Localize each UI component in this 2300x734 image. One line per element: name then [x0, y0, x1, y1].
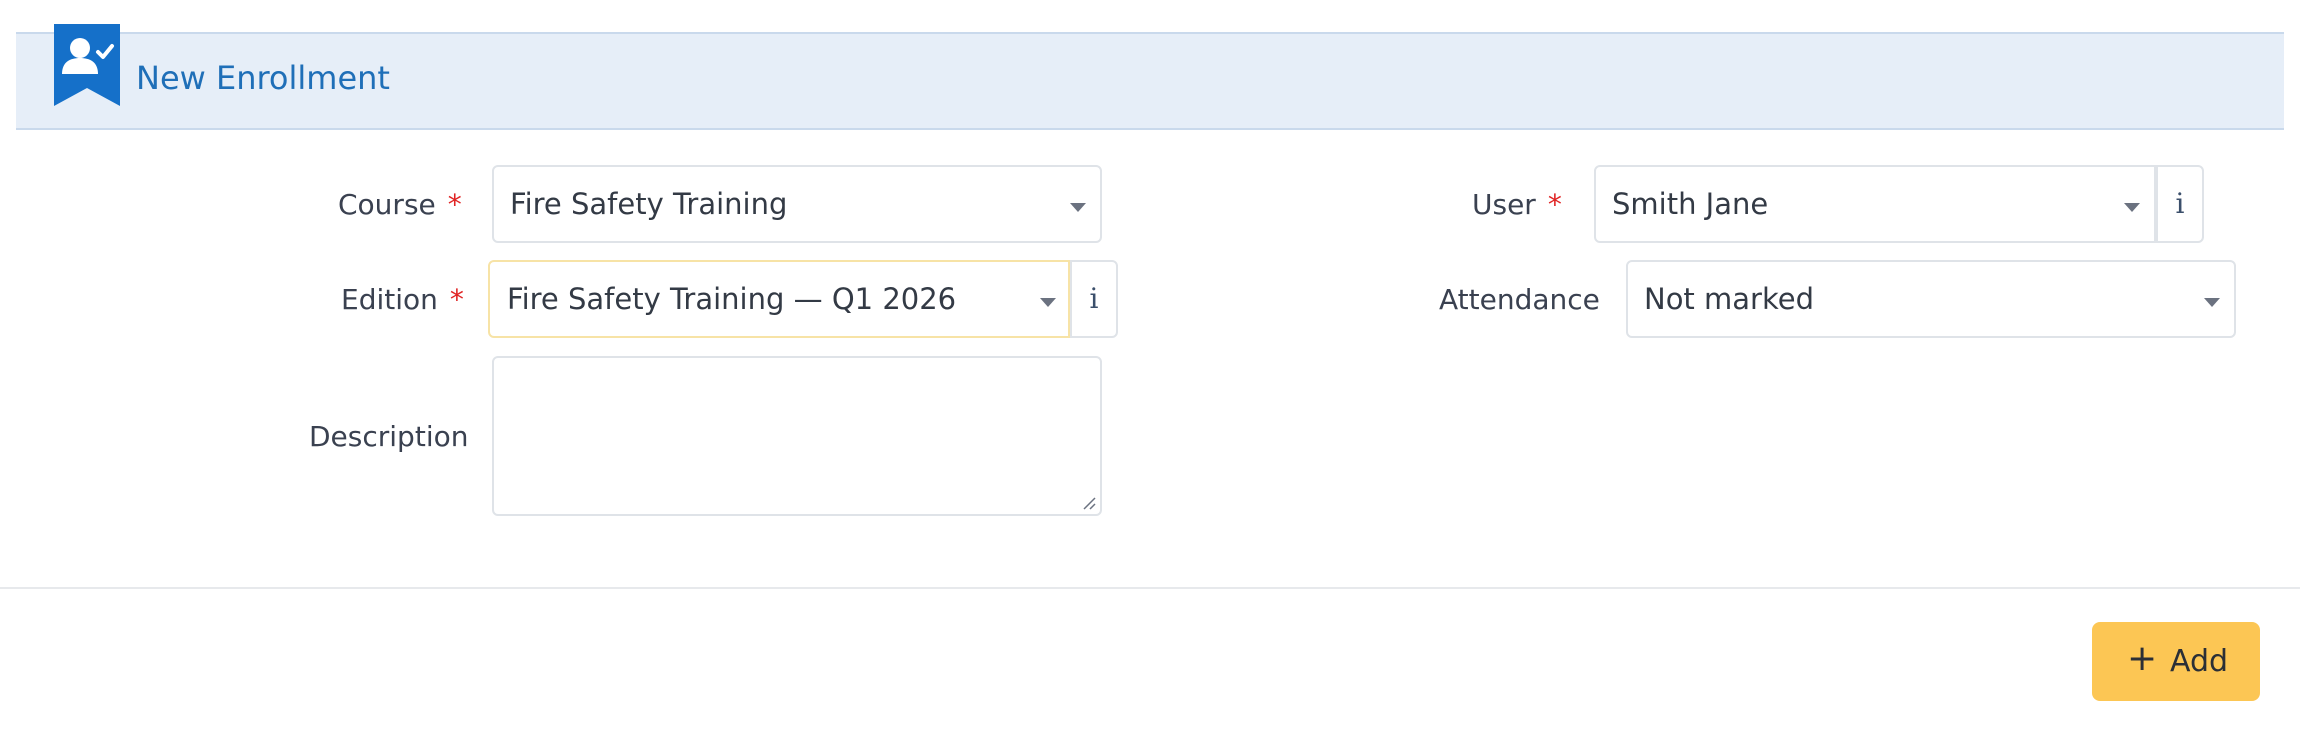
- chevron-down-icon: [1040, 298, 1056, 307]
- info-icon: i: [1089, 282, 1099, 315]
- edition-select-value: Fire Safety Training — Q1 2026: [507, 282, 957, 316]
- course-select-value: Fire Safety Training: [510, 187, 788, 221]
- user-select[interactable]: Smith Jane: [1594, 165, 2156, 243]
- plus-icon: +: [2127, 638, 2158, 679]
- info-icon: i: [2175, 187, 2185, 220]
- description-textarea[interactable]: [492, 356, 1102, 516]
- user-label: User *: [1472, 185, 1562, 225]
- required-mark: *: [1547, 188, 1562, 221]
- form-header: New Enrollment: [16, 24, 2284, 130]
- user-check-icon: [54, 24, 120, 106]
- chevron-down-icon: [2204, 298, 2220, 307]
- user-label-text: User: [1472, 188, 1536, 221]
- edition-label: Edition *: [341, 280, 464, 320]
- user-info-button[interactable]: i: [2156, 165, 2204, 243]
- chevron-down-icon: [1070, 203, 1086, 212]
- attendance-select-value: Not marked: [1644, 282, 1814, 316]
- resize-handle-icon[interactable]: [1082, 496, 1096, 510]
- add-button-label: Add: [2170, 644, 2229, 679]
- course-label-text: Course: [338, 188, 436, 221]
- edition-label-text: Edition: [341, 283, 438, 316]
- divider: [0, 587, 2300, 589]
- attendance-label: Attendance: [1439, 283, 1600, 316]
- page-title: New Enrollment: [136, 59, 390, 97]
- required-mark: *: [447, 188, 462, 221]
- edition-info-button[interactable]: i: [1070, 260, 1118, 338]
- edition-select[interactable]: Fire Safety Training — Q1 2026: [488, 260, 1070, 338]
- user-select-value: Smith Jane: [1612, 187, 1769, 221]
- description-label: Description: [309, 420, 469, 453]
- course-select[interactable]: Fire Safety Training: [492, 165, 1102, 243]
- add-button[interactable]: + Add: [2092, 622, 2260, 701]
- course-label: Course *: [338, 185, 462, 225]
- chevron-down-icon: [2124, 203, 2140, 212]
- required-mark: *: [449, 283, 464, 316]
- attendance-select[interactable]: Not marked: [1626, 260, 2236, 338]
